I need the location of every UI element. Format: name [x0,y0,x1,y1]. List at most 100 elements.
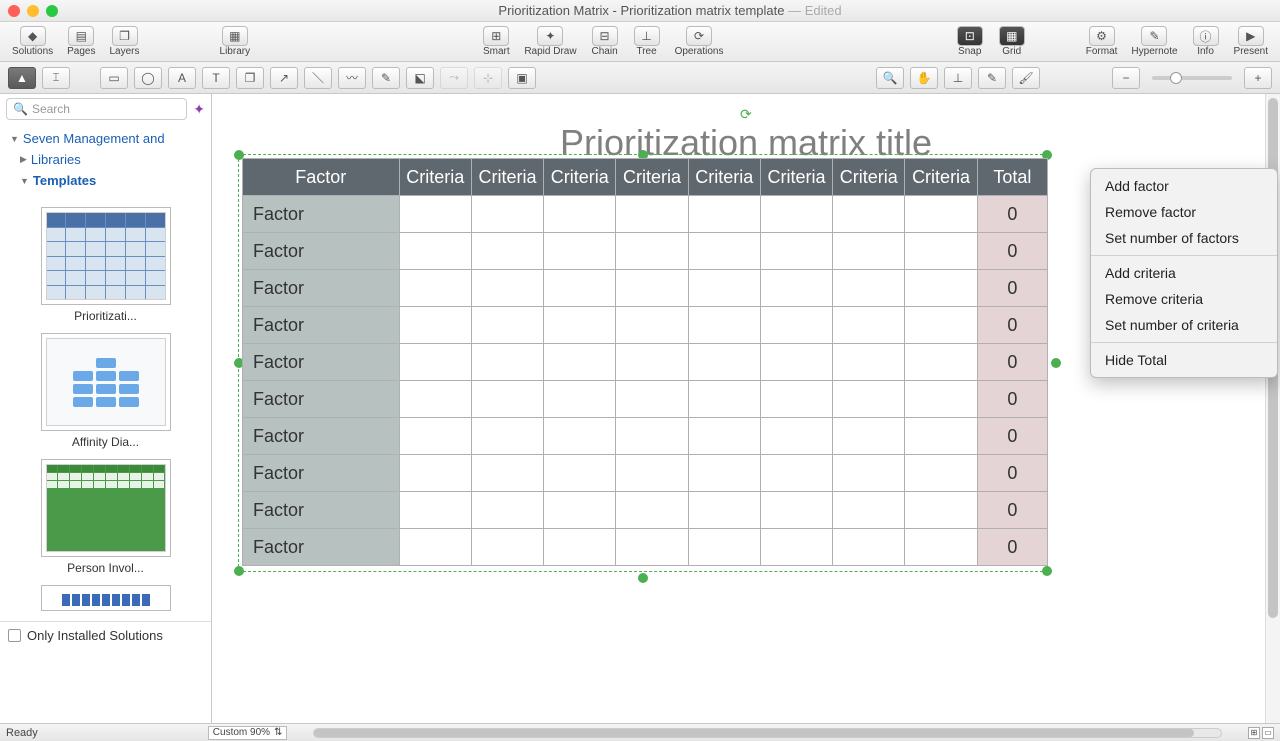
ellipse-tool[interactable]: ◯ [134,67,162,89]
criteria-cell[interactable] [616,381,688,418]
criteria-cell[interactable] [760,455,832,492]
criteria-cell[interactable] [905,418,977,455]
criteria-cell[interactable] [471,196,543,233]
ctx-set-factors[interactable]: Set number of factors [1091,225,1277,251]
textbox-tool[interactable]: T [202,67,230,89]
criteria-cell[interactable] [833,233,905,270]
criteria-cell[interactable] [471,492,543,529]
present-button[interactable]: ▶Present [1228,24,1274,59]
table-row[interactable]: Factor0 [243,344,1048,381]
hypernote-button[interactable]: ✎Hypernote [1125,24,1183,59]
factor-cell[interactable]: Factor [243,529,400,566]
criteria-cell[interactable] [471,529,543,566]
resize-handle-sw[interactable] [234,566,244,576]
header-total[interactable]: Total [977,159,1047,196]
minimize-window-button[interactable] [27,5,39,17]
factor-cell[interactable]: Factor [243,307,400,344]
criteria-cell[interactable] [544,196,616,233]
criteria-cell[interactable] [905,270,977,307]
criteria-cell[interactable] [833,307,905,344]
criteria-cell[interactable] [688,455,760,492]
factor-cell[interactable]: Factor [243,270,400,307]
header-criteria[interactable]: Criteria [399,159,471,196]
text-tool[interactable]: A [168,67,196,89]
criteria-cell[interactable] [616,492,688,529]
criteria-cell[interactable] [616,529,688,566]
factor-cell[interactable]: Factor [243,492,400,529]
criteria-cell[interactable] [544,492,616,529]
criteria-cell[interactable] [688,529,760,566]
criteria-cell[interactable] [905,344,977,381]
horizontal-scroll-thumb[interactable] [314,729,1194,737]
criteria-cell[interactable] [399,344,471,381]
criteria-cell[interactable] [688,418,760,455]
only-installed-row[interactable]: Only Installed Solutions [0,621,211,649]
factor-cell[interactable]: Factor [243,233,400,270]
zoom-in-button[interactable]: + [1244,67,1272,89]
criteria-cell[interactable] [399,381,471,418]
header-criteria[interactable]: Criteria [544,159,616,196]
smart-button[interactable]: ⊞Smart [476,24,516,59]
criteria-cell[interactable] [471,270,543,307]
criteria-cell[interactable] [544,307,616,344]
tree-root[interactable]: ▼Seven Management and [8,128,203,149]
thumb-fourth[interactable] [41,585,171,611]
criteria-cell[interactable] [688,344,760,381]
pointer-tool[interactable]: ▲ [8,67,36,89]
criteria-cell[interactable] [688,492,760,529]
ctx-set-criteria[interactable]: Set number of criteria [1091,312,1277,338]
zoom-window-button[interactable] [46,5,58,17]
ctx-remove-criteria[interactable]: Remove criteria [1091,286,1277,312]
ctx-add-criteria[interactable]: Add criteria [1091,260,1277,286]
criteria-cell[interactable] [544,529,616,566]
table-row[interactable]: Factor 0 [243,307,1048,344]
criteria-cell[interactable] [616,233,688,270]
criteria-cell[interactable] [833,344,905,381]
criteria-cell[interactable] [833,492,905,529]
criteria-cell[interactable] [833,455,905,492]
criteria-cell[interactable] [544,455,616,492]
total-cell[interactable]: 0 [977,418,1047,455]
criteria-cell[interactable] [905,233,977,270]
criteria-cell[interactable] [471,233,543,270]
total-cell[interactable]: 0 [977,307,1047,344]
criteria-cell[interactable] [544,418,616,455]
criteria-cell[interactable] [616,455,688,492]
chain-button[interactable]: ⊟Chain [585,24,625,59]
criteria-cell[interactable] [760,344,832,381]
criteria-cell[interactable] [760,270,832,307]
criteria-cell[interactable] [688,270,760,307]
factor-cell[interactable]: Factor [243,455,400,492]
header-criteria[interactable]: Criteria [688,159,760,196]
criteria-cell[interactable] [544,233,616,270]
ctx-add-factor[interactable]: Add factor [1091,173,1277,199]
criteria-cell[interactable] [544,381,616,418]
criteria-cell[interactable] [905,307,977,344]
connector-tool[interactable]: ⤳ [440,67,468,89]
criteria-cell[interactable] [471,418,543,455]
criteria-cell[interactable] [399,307,471,344]
only-installed-checkbox[interactable] [8,629,21,642]
criteria-cell[interactable] [760,196,832,233]
criteria-cell[interactable] [833,418,905,455]
stamp-tool[interactable]: ⊥ [944,67,972,89]
zoom-tool[interactable]: 🔍 [876,67,904,89]
zoom-out-button[interactable]: − [1112,67,1140,89]
criteria-cell[interactable] [544,344,616,381]
snap-button[interactable]: ⊡Snap [950,24,990,59]
criteria-cell[interactable] [616,418,688,455]
zoom-slider[interactable] [1152,76,1232,80]
wand-icon[interactable]: ✦ [193,101,205,118]
arrow-tool[interactable]: ↗ [270,67,298,89]
criteria-cell[interactable] [833,270,905,307]
factor-cell[interactable]: Factor [243,381,400,418]
table-row[interactable]: Factor0 [243,381,1048,418]
total-cell[interactable]: 0 [977,233,1047,270]
criteria-cell[interactable] [833,196,905,233]
factor-cell[interactable]: Factor [243,196,400,233]
criteria-cell[interactable] [616,344,688,381]
criteria-cell[interactable] [905,381,977,418]
header-criteria[interactable]: Criteria [905,159,977,196]
criteria-cell[interactable] [833,529,905,566]
eyedropper-tool[interactable]: ✎ [978,67,1006,89]
